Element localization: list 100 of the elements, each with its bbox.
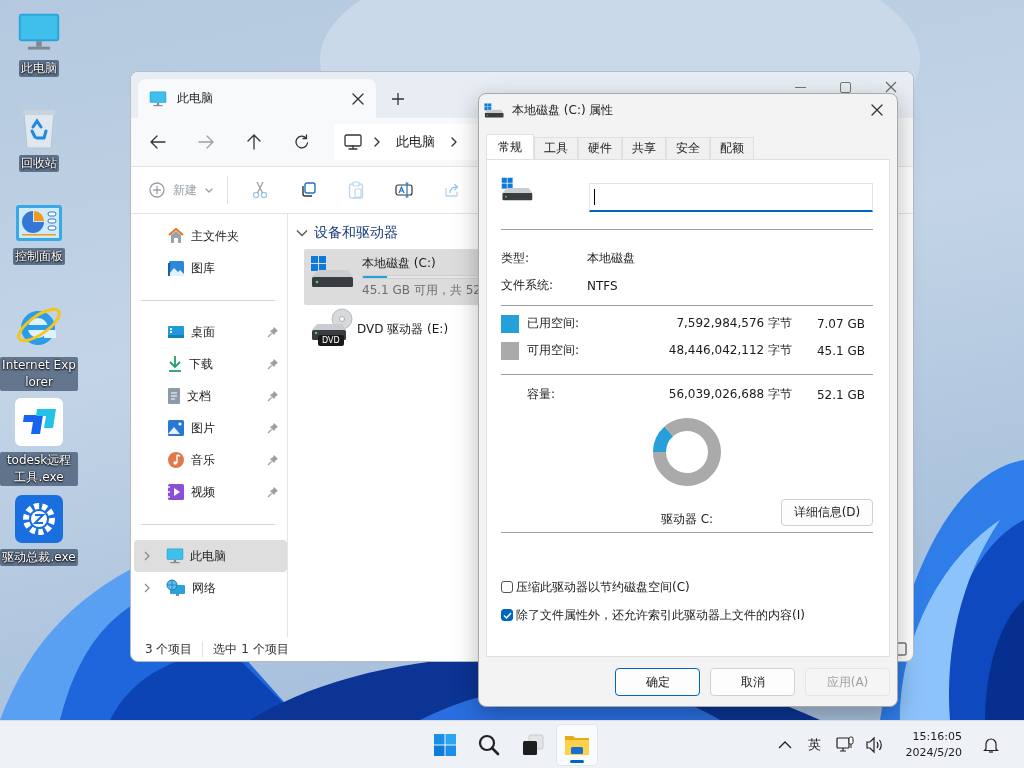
document-icon: [167, 387, 181, 405]
dialog-tab[interactable]: 硬件: [578, 137, 622, 159]
field-label: 文件系统:: [501, 277, 555, 294]
explorer-tab[interactable]: 此电脑: [138, 79, 376, 118]
sidebar-item[interactable]: 网络: [134, 572, 287, 604]
chevron-icon[interactable]: [451, 137, 457, 147]
close-icon: [871, 104, 883, 116]
checkbox[interactable]: [501, 581, 513, 593]
section-heading: 设备和驱动器: [314, 224, 398, 242]
drive-name: DVD 驱动器 (E:): [357, 320, 449, 338]
field-label: 类型:: [501, 250, 531, 267]
pin-icon[interactable]: [267, 390, 279, 402]
download-icon: [167, 355, 183, 373]
app-icon[interactable]: [15, 398, 63, 446]
size-value: 7.07 GB: [816, 316, 866, 331]
drive-name: 本地磁盘 (C:): [362, 255, 436, 272]
desktop-icon-label[interactable]: todesk远程工具.exe: [0, 452, 78, 486]
pin-icon[interactable]: [267, 454, 279, 466]
drive-label: 驱动器 C:: [660, 511, 714, 528]
monitor-icon: [344, 134, 362, 150]
sidebar-item[interactable]: 下载: [134, 348, 287, 380]
byte-count: 56,039,026,688 字节: [668, 386, 792, 403]
details-button[interactable]: 详细信息(D): [781, 499, 873, 526]
computer-icon: [166, 547, 184, 565]
chevron-up-icon: [777, 740, 792, 749]
item-count: 3 个项目: [145, 640, 193, 658]
sidebar-item[interactable]: 主文件夹: [134, 220, 287, 252]
network-icon: [835, 735, 854, 754]
input-method-button[interactable]: 英: [799, 724, 830, 765]
clock-date[interactable]: 2024/5/20: [905, 744, 962, 761]
dialog-button[interactable]: 确定: [615, 668, 700, 696]
field-value: 本地磁盘: [587, 250, 636, 267]
size-value: 45.1 GB: [816, 343, 866, 358]
forward-arrow-icon: [198, 134, 214, 150]
desktop-icon-label[interactable]: 此电脑: [19, 60, 59, 77]
space-label: 可用空间:: [527, 342, 581, 359]
drive-icon: [484, 102, 504, 118]
sidebar-item[interactable]: 视频: [134, 476, 287, 508]
byte-count: 48,446,042,112 字节: [668, 342, 792, 359]
desktop-folder-icon: [167, 324, 185, 340]
share-icon: [444, 182, 460, 198]
paste-icon: [348, 181, 364, 199]
usage-donut-drawing: [653, 418, 721, 486]
desktop-icon-label[interactable]: 回收站: [19, 155, 59, 172]
sidebar-item[interactable]: 文档: [134, 380, 287, 412]
byte-count: 7,592,984,576 字节: [676, 315, 792, 332]
plus-icon: [392, 92, 404, 105]
scissors-icon: [252, 181, 268, 199]
close-icon[interactable]: [352, 92, 364, 105]
dialog-title: 本地磁盘 (C:) 属性: [512, 101, 614, 119]
chevron-icon[interactable]: [374, 137, 380, 147]
desktop-icon-label[interactable]: Internet Explorer: [0, 357, 78, 391]
search-icon: [478, 733, 500, 756]
pin-icon[interactable]: [267, 358, 279, 370]
music-icon: [167, 451, 185, 469]
desktop-icon-label[interactable]: 驱动总裁.exe: [0, 549, 78, 566]
volume-icon: [864, 735, 885, 754]
network-icon: [166, 579, 186, 597]
video-icon: [167, 483, 185, 501]
pin-icon[interactable]: [267, 486, 279, 498]
dialog-tab[interactable]: 工具: [534, 137, 578, 159]
control-panel-icon[interactable]: [15, 204, 63, 242]
dialog-tab[interactable]: 共享: [622, 137, 666, 159]
dialog-tab[interactable]: 配额: [710, 137, 754, 159]
plus-icon: [149, 182, 165, 198]
field-value: NTFS: [587, 278, 619, 293]
sidebar-item[interactable]: 桌面: [134, 316, 287, 348]
size-value: 52.1 GB: [816, 387, 866, 402]
caret-icon: [205, 187, 213, 193]
refresh-icon: [294, 134, 310, 150]
sidebar-item[interactable]: 音乐: [134, 444, 287, 476]
computer-icon: [149, 89, 167, 108]
home-icon: [167, 227, 185, 245]
folder-app-button[interactable]: [557, 724, 597, 765]
clock-time[interactable]: 15:16:05: [912, 728, 962, 745]
sidebar-item[interactable]: 图库: [134, 252, 287, 284]
checkbox[interactable]: [501, 609, 513, 621]
check-icon: [502, 611, 512, 619]
pin-icon[interactable]: [267, 422, 279, 434]
rename-icon: [395, 182, 413, 198]
breadcrumb[interactable]: 此电脑: [392, 131, 439, 153]
checkbox-label[interactable]: 压缩此驱动器以节约磁盘空间(C): [516, 578, 690, 596]
sidebar-item[interactable]: 此电脑: [134, 540, 287, 572]
maximize-icon: [840, 81, 851, 93]
sidebar-item[interactable]: 图片: [134, 412, 287, 444]
name-field[interactable]: [589, 183, 873, 212]
checkbox-label[interactable]: 除了文件属性外，还允许索引此驱动器上文件的内容(I): [516, 606, 805, 624]
windows-logo-icon: [433, 732, 457, 757]
selection-count: 选中 1 个项目: [213, 640, 289, 658]
pin-icon[interactable]: [267, 326, 279, 338]
gear-app-icon[interactable]: [15, 495, 63, 543]
dialog-tab[interactable]: 安全: [666, 137, 710, 159]
dialog-tab[interactable]: 常规: [486, 134, 534, 159]
back-arrow-icon: [150, 134, 166, 150]
dialog-button[interactable]: 取消: [710, 668, 795, 696]
dialog-button: 应用(A): [805, 668, 890, 696]
desktop-icon-label[interactable]: 控制面板: [13, 248, 65, 265]
gallery-icon: [167, 259, 185, 277]
close-icon: [884, 81, 897, 93]
space-label: 容量:: [527, 386, 557, 403]
